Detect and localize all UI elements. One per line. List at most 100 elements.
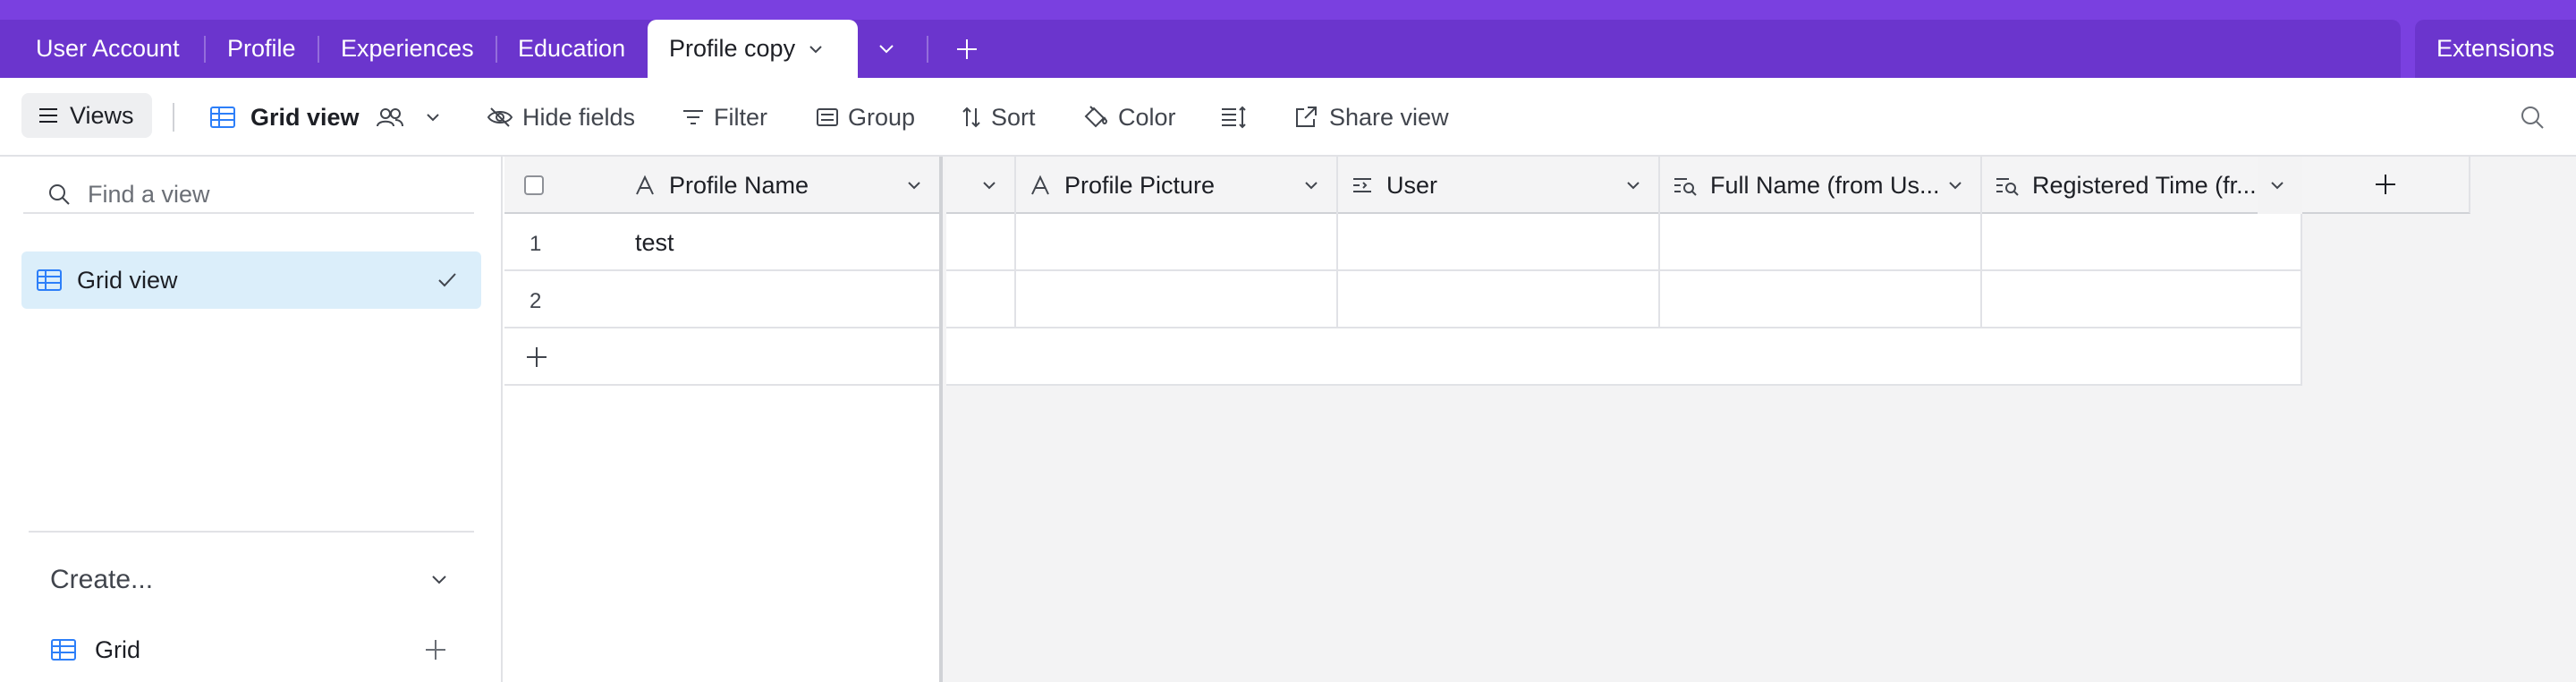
group-button[interactable]: Group bbox=[816, 78, 915, 157]
extensions-label: Extensions bbox=[2436, 35, 2555, 62]
tab-label: User Account bbox=[36, 35, 180, 62]
hide-fields-label: Hide fields bbox=[522, 103, 636, 131]
grid-view-icon bbox=[209, 106, 236, 129]
sort-button[interactable]: Sort bbox=[961, 78, 1036, 157]
grid-view-icon bbox=[50, 638, 77, 661]
search-button[interactable] bbox=[2519, 78, 2546, 157]
tab-user-account[interactable]: User Account bbox=[36, 20, 180, 78]
header-label: Profile Name bbox=[669, 171, 809, 199]
chevron-down-icon bbox=[429, 570, 449, 590]
search-icon bbox=[2519, 104, 2546, 131]
table-cell[interactable] bbox=[946, 271, 1016, 328]
create-section-toggle[interactable]: Create... bbox=[50, 558, 462, 602]
table-cell[interactable] bbox=[1982, 271, 2302, 328]
view-item-label: Grid view bbox=[77, 266, 178, 294]
top-bar: User Account Profile Experiences Educati… bbox=[0, 0, 2576, 78]
eye-slash-icon bbox=[487, 106, 513, 129]
chevron-down-icon bbox=[1624, 176, 1642, 194]
table-cell[interactable] bbox=[1338, 271, 1660, 328]
create-item-label: Grid bbox=[95, 635, 141, 663]
toolbar-divider bbox=[173, 103, 174, 132]
table-cell[interactable] bbox=[1016, 271, 1338, 328]
chevron-down-icon bbox=[424, 108, 442, 126]
table-cell[interactable] bbox=[1982, 214, 2302, 271]
tab-label: Experiences bbox=[341, 35, 474, 62]
table-row[interactable]: 2 bbox=[504, 271, 939, 328]
views-label: Views bbox=[70, 101, 134, 129]
add-row-button[interactable] bbox=[504, 328, 939, 386]
row-height-button[interactable] bbox=[1220, 78, 1247, 157]
header-label: Registered Time (fr... bbox=[2032, 171, 2257, 199]
row-height-icon bbox=[1220, 106, 1247, 129]
chevron-down-icon[interactable] bbox=[905, 176, 923, 194]
view-toolbar: Views Grid view Hide fields Filter Group bbox=[0, 78, 2576, 157]
tab-experiences[interactable]: Experiences bbox=[341, 20, 474, 78]
profile-name-cell[interactable]: test bbox=[635, 229, 674, 257]
primary-field-header[interactable]: Profile Name bbox=[504, 157, 939, 214]
filter-label: Filter bbox=[714, 103, 767, 131]
plus-icon bbox=[524, 345, 549, 370]
chevron-down-icon[interactable] bbox=[808, 41, 824, 57]
checkmark-icon bbox=[436, 271, 458, 289]
column-header-partial[interactable] bbox=[946, 157, 1016, 214]
row-number: 1 bbox=[530, 232, 542, 256]
column-header-profile-picture[interactable]: Profile Picture bbox=[1016, 157, 1338, 214]
tab-label: Education bbox=[518, 35, 626, 62]
table-row[interactable] bbox=[946, 214, 2302, 271]
create-label: Create... bbox=[50, 565, 154, 594]
group-icon bbox=[816, 107, 839, 128]
filter-button[interactable]: Filter bbox=[682, 78, 767, 157]
sidebar-divider bbox=[29, 531, 474, 533]
select-all-checkbox[interactable] bbox=[524, 175, 544, 195]
table-cell[interactable] bbox=[1660, 271, 1982, 328]
tab-profile-copy[interactable]: Profile copy bbox=[648, 20, 858, 78]
views-button[interactable]: Views bbox=[21, 93, 152, 138]
table-cell[interactable] bbox=[1016, 214, 1338, 271]
column-header-registered-time[interactable]: Registered Time (fr... bbox=[1982, 157, 2304, 214]
column-header-user[interactable]: User bbox=[1338, 157, 1660, 214]
table-row[interactable] bbox=[946, 271, 2302, 328]
sidebar-view-grid-view[interactable]: Grid view bbox=[21, 251, 481, 309]
hide-fields-button[interactable]: Hide fields bbox=[487, 78, 635, 157]
share-icon bbox=[1293, 105, 1318, 130]
header-label: User bbox=[1386, 171, 1438, 199]
add-row-strip[interactable] bbox=[946, 328, 2302, 386]
tab-divider bbox=[318, 36, 319, 63]
collaborators-icon bbox=[376, 107, 404, 128]
share-view-button[interactable]: Share view bbox=[1293, 78, 1449, 157]
color-button[interactable]: Color bbox=[1082, 78, 1176, 157]
tab-profile[interactable]: Profile bbox=[227, 20, 296, 78]
search-icon bbox=[47, 182, 72, 207]
grid-view-label: Grid view bbox=[250, 103, 360, 131]
plus-icon bbox=[955, 38, 979, 61]
chevron-down-icon bbox=[877, 39, 896, 59]
chevron-down-icon bbox=[980, 176, 998, 194]
chevron-down-icon bbox=[2268, 176, 2286, 194]
add-table-button[interactable] bbox=[955, 20, 979, 78]
find-view-input[interactable] bbox=[88, 180, 474, 209]
table-cell[interactable] bbox=[1338, 214, 1660, 271]
view-switcher[interactable]: Grid view bbox=[209, 78, 442, 157]
add-field-button[interactable] bbox=[2302, 157, 2470, 214]
tab-divider bbox=[496, 36, 497, 63]
sort-label: Sort bbox=[991, 103, 1036, 131]
text-field-icon bbox=[1029, 175, 1052, 196]
table-row[interactable]: 1 test bbox=[504, 214, 939, 271]
share-view-label: Share view bbox=[1329, 103, 1449, 131]
table-tab-strip: User Account Profile Experiences Educati… bbox=[0, 20, 2401, 78]
extensions-button[interactable]: Extensions bbox=[2415, 20, 2576, 78]
column-header-full-name[interactable]: Full Name (from Us... bbox=[1660, 157, 1982, 214]
group-label: Group bbox=[848, 103, 916, 131]
plus-icon[interactable] bbox=[424, 638, 447, 661]
tab-divider bbox=[927, 36, 928, 63]
find-view-search bbox=[23, 176, 474, 214]
row-number: 2 bbox=[530, 289, 542, 313]
all-tables-dropdown[interactable] bbox=[877, 20, 896, 78]
table-cell[interactable] bbox=[1660, 214, 1982, 271]
table-cell[interactable] bbox=[946, 214, 1016, 271]
chevron-down-icon bbox=[1302, 176, 1320, 194]
create-grid-view[interactable]: Grid bbox=[50, 627, 462, 672]
tab-education[interactable]: Education bbox=[518, 20, 625, 78]
chevron-down-icon bbox=[1946, 176, 1964, 194]
text-field-icon bbox=[633, 175, 657, 196]
